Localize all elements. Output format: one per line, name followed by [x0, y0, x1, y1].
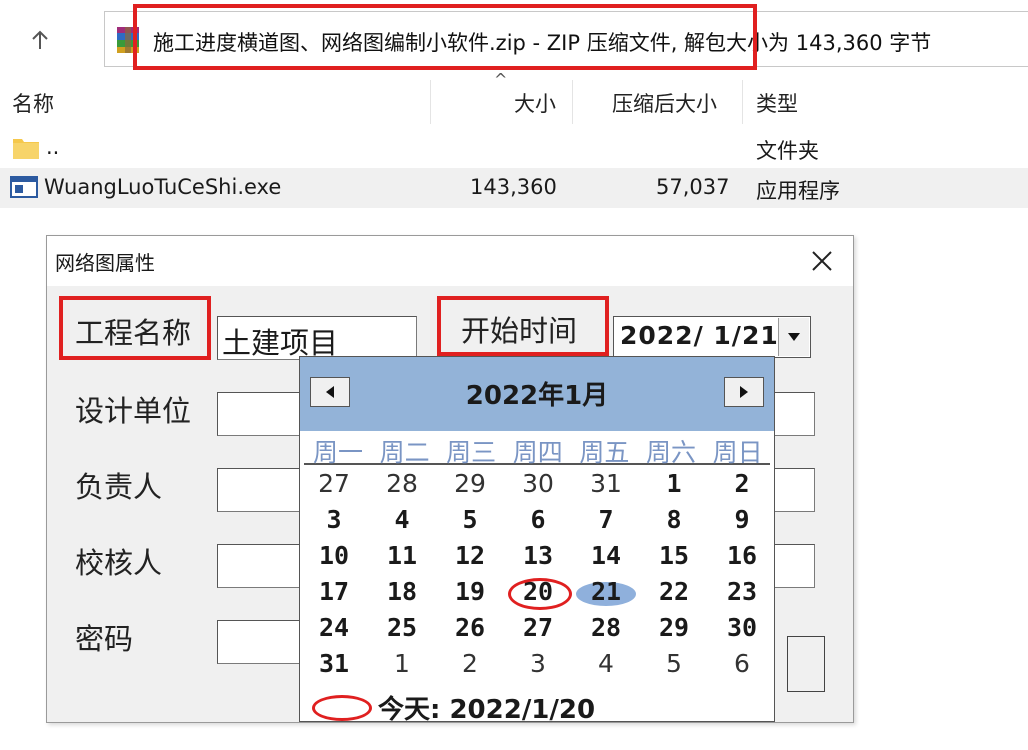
calendar-day[interactable]: 29: [440, 469, 500, 498]
column-divider: [742, 80, 743, 124]
calendar-day[interactable]: 28: [372, 469, 432, 498]
file-type: 文件夹: [756, 139, 819, 163]
calendar-day[interactable]: 8: [644, 505, 704, 534]
calendar-day[interactable]: 25: [372, 613, 432, 642]
file-name: ..: [46, 135, 60, 159]
calendar-day[interactable]: 24: [304, 613, 364, 642]
weekday-label: 周日: [712, 438, 763, 467]
calendar-day[interactable]: 17: [304, 577, 364, 606]
column-type[interactable]: 类型: [756, 88, 798, 118]
calendar-day[interactable]: 4: [576, 649, 636, 678]
calendar-day[interactable]: 7: [576, 505, 636, 534]
calendar-day[interactable]: 22: [644, 577, 704, 606]
calendar-day[interactable]: 31: [576, 469, 636, 498]
calendar-day[interactable]: 3: [508, 649, 568, 678]
calendar-day[interactable]: 30: [712, 613, 772, 642]
calendar-day[interactable]: 15: [644, 541, 704, 570]
calendar-day[interactable]: 28: [576, 613, 636, 642]
file-type: 应用程序: [756, 179, 840, 203]
annotation-circle: [508, 578, 572, 610]
weekday-label: 周二: [379, 438, 430, 467]
calendar-day[interactable]: 5: [440, 505, 500, 534]
calendar-day[interactable]: 3: [304, 505, 364, 534]
close-button[interactable]: [805, 244, 839, 278]
list-item[interactable]: .. 文件夹: [0, 128, 1028, 168]
calendar-day[interactable]: 12: [440, 541, 500, 570]
calendar-popup: 2022年1月 周一 周二 周三 周四 周五 周六 周日 27 28 29 30 31 1 2 3 4 5 6 7…: [299, 356, 775, 725]
calendar-day[interactable]: 29: [644, 613, 704, 642]
project-name-label: 工程名称: [75, 316, 192, 350]
weekday-label: 周一: [312, 438, 363, 467]
calendar-day[interactable]: 1: [372, 649, 432, 678]
column-size[interactable]: 大小: [514, 88, 556, 118]
up-arrow-icon: [32, 30, 48, 49]
password-label: 密码: [75, 622, 134, 656]
checker-label: 校核人: [75, 546, 163, 580]
calendar-day[interactable]: 27: [508, 613, 568, 642]
project-name-input[interactable]: 土建项目: [217, 316, 417, 360]
dialog-titlebar: 网络图属性: [47, 236, 853, 286]
calendar-day[interactable]: 16: [712, 541, 772, 570]
annotation-circle: [312, 695, 372, 721]
file-size: 143,360: [470, 175, 557, 199]
calendar-day[interactable]: 27: [304, 469, 364, 498]
calendar-day[interactable]: 2: [440, 649, 500, 678]
calendar-day[interactable]: 13: [508, 541, 568, 570]
column-divider: [430, 80, 431, 124]
calendar-day[interactable]: 18: [372, 577, 432, 606]
up-arrow-button[interactable]: [22, 22, 58, 58]
start-date-picker[interactable]: 2022/ 1/21: [613, 316, 811, 358]
weekday-label: 周五: [579, 438, 630, 467]
responsible-label: 负责人: [75, 470, 163, 504]
today-label[interactable]: 今天: 2022/1/20: [378, 689, 595, 726]
calendar-day[interactable]: 14: [576, 541, 636, 570]
close-icon: [812, 251, 832, 271]
next-month-button[interactable]: [724, 377, 764, 407]
start-date-value: 2022/ 1/21: [620, 321, 779, 350]
calendar-day[interactable]: 10: [304, 541, 364, 570]
calendar-day[interactable]: 6: [712, 649, 772, 678]
folder-icon: [13, 139, 39, 159]
weekday-label: 周六: [645, 438, 696, 467]
calendar-day[interactable]: 9: [712, 505, 772, 534]
network-properties-dialog: 网络图属性 工程名称 设计单位 负责人 校核人 密码 土建项目 开始时间 202…: [46, 235, 854, 725]
list-item[interactable]: WuangLuoTuCeShi.exe 143,360 57,037 应用程序: [0, 168, 1028, 208]
calendar-header: 2022年1月: [300, 357, 774, 431]
dialog-title: 网络图属性: [55, 251, 155, 275]
weekday-label: 周四: [512, 438, 563, 467]
design-unit-label: 设计单位: [75, 394, 192, 428]
calendar-day[interactable]: 23: [712, 577, 772, 606]
calendar-day[interactable]: 30: [508, 469, 568, 498]
calendar-day[interactable]: 2: [712, 469, 772, 498]
file-packed-size: 57,037: [656, 175, 730, 199]
calendar-day[interactable]: 21: [576, 577, 636, 606]
application-icon: [10, 176, 38, 198]
start-time-label: 开始时间: [461, 314, 578, 348]
calendar-day[interactable]: 5: [644, 649, 704, 678]
calendar-day[interactable]: 19: [440, 577, 500, 606]
calendar-weekday-row: 周一 周二 周三 周四 周五 周六 周日: [304, 433, 770, 467]
calendar-day[interactable]: 31: [304, 649, 364, 678]
calendar-day[interactable]: 1: [644, 469, 704, 498]
dialog-button[interactable]: [787, 636, 825, 692]
calendar-day[interactable]: 4: [372, 505, 432, 534]
calendar-day[interactable]: 6: [508, 505, 568, 534]
annotation-highlight-box: [133, 4, 757, 70]
column-header: 名称 大小 压缩后大小 类型: [0, 80, 1028, 124]
calendar-month-title: 2022年1月: [465, 381, 609, 411]
column-name[interactable]: 名称: [12, 88, 54, 118]
column-divider: [572, 80, 573, 124]
column-packed-size[interactable]: 压缩后大小: [612, 88, 717, 118]
triangle-right-icon: [740, 386, 748, 398]
calendar-day[interactable]: 26: [440, 613, 500, 642]
toolbar: 施工进度横道图、网络图编制小软件.zip - ZIP 压缩文件, 解包大小为 1…: [0, 0, 1028, 80]
calendar-day[interactable]: 11: [372, 541, 432, 570]
sort-ascending-icon: ^: [494, 70, 508, 89]
file-name: WuangLuoTuCeShi.exe: [44, 175, 282, 199]
chevron-down-icon: [788, 333, 800, 341]
date-dropdown-button[interactable]: [778, 318, 809, 356]
weekday-label: 周三: [446, 438, 497, 467]
